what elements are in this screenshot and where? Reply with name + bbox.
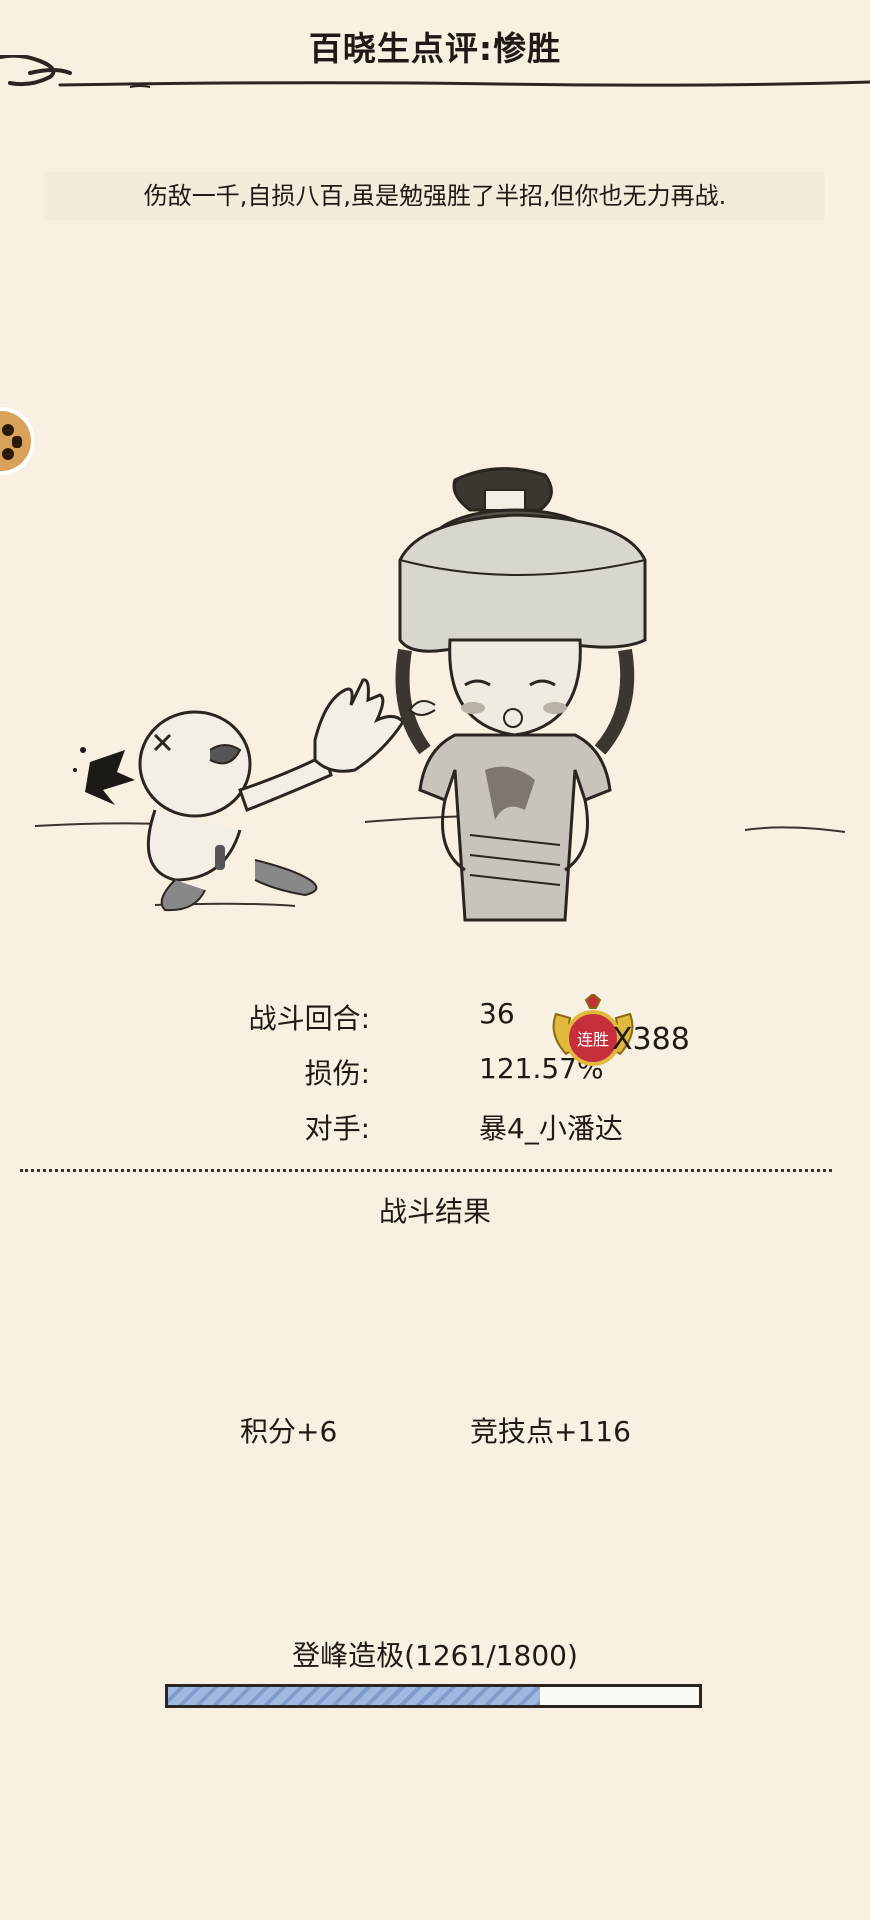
battle-result-title: 战斗结果 bbox=[378, 1195, 491, 1228]
stat-label-opponent: 对手: bbox=[304, 1112, 370, 1145]
ink-brush-divider bbox=[0, 55, 870, 88]
rank-progress-fill bbox=[168, 1687, 540, 1705]
stat-value-rounds: 36 bbox=[479, 997, 515, 1030]
rank-label: 登峰造极(1261/1800) bbox=[292, 1639, 578, 1672]
battle-illustration bbox=[34, 467, 845, 922]
stat-label-rounds: 战斗回合: bbox=[248, 1002, 370, 1035]
reward-arena-points: 竞技点+116 bbox=[470, 1415, 631, 1448]
reward-points: 积分+6 bbox=[240, 1415, 338, 1448]
win-streak-badge-text: 连胜 bbox=[577, 1030, 609, 1049]
dotted-divider bbox=[20, 1169, 832, 1172]
battle-stats: 战斗回合: 36 损伤: 121.57% 对手: 暴4_小潘达 bbox=[0, 985, 870, 1165]
review-description: 伤敌一千,自损八百,虽是勉强胜了半招,但你也无力再战. bbox=[45, 172, 825, 220]
stat-value-opponent: 暴4_小潘达 bbox=[479, 1112, 623, 1145]
win-streak-count: X388 bbox=[612, 1022, 690, 1057]
rank-progress-bar bbox=[165, 1684, 702, 1708]
stat-label-damage: 损伤: bbox=[304, 1057, 370, 1090]
